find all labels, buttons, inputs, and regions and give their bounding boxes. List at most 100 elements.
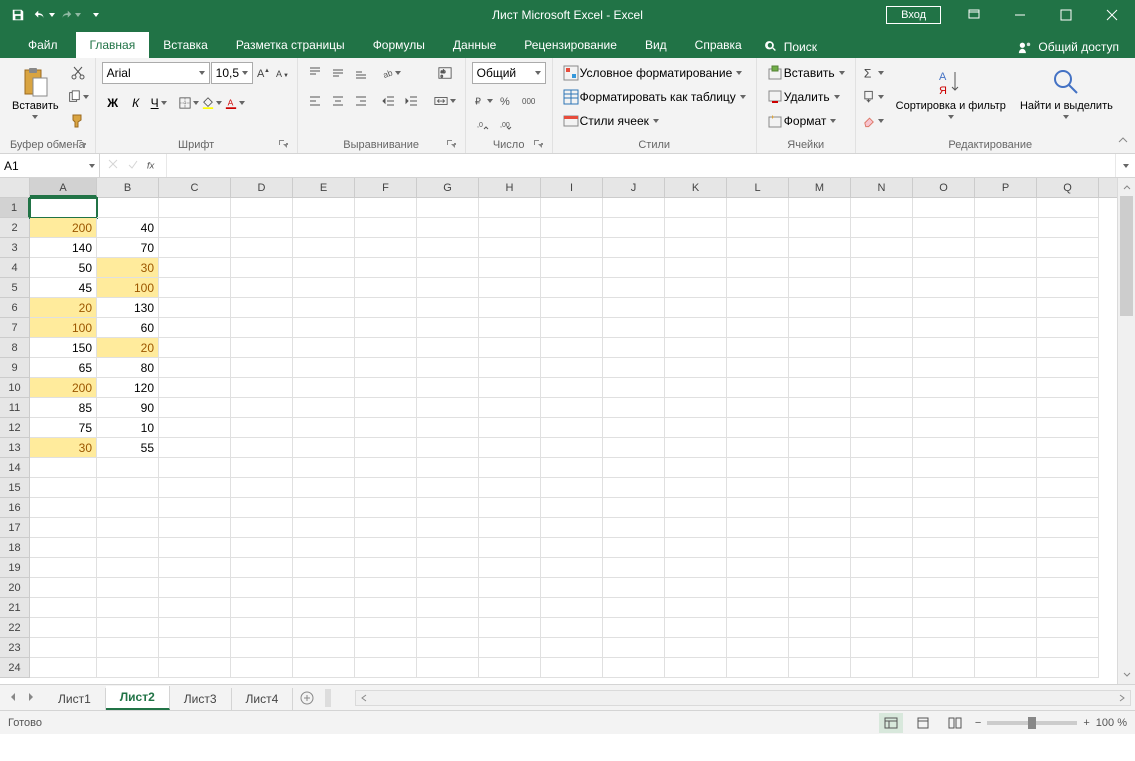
cell-F18[interactable]	[355, 538, 417, 558]
cell-F7[interactable]	[355, 318, 417, 338]
cell-E20[interactable]	[293, 578, 355, 598]
undo-button[interactable]	[32, 3, 56, 27]
cell-M9[interactable]	[789, 358, 851, 378]
bold-button[interactable]: Ж	[102, 92, 124, 114]
cell-H2[interactable]	[479, 218, 541, 238]
cell-K18[interactable]	[665, 538, 727, 558]
cell-A22[interactable]	[30, 618, 97, 638]
cell-P9[interactable]	[975, 358, 1037, 378]
sheet-tab-Лист2[interactable]: Лист2	[106, 686, 170, 710]
cell-P10[interactable]	[975, 378, 1037, 398]
cell-L3[interactable]	[727, 238, 789, 258]
cell-N15[interactable]	[851, 478, 913, 498]
cell-O15[interactable]	[913, 478, 975, 498]
cell-N1[interactable]	[851, 198, 913, 218]
column-header-J[interactable]: J	[603, 178, 665, 197]
cell-C14[interactable]	[159, 458, 231, 478]
cell-O10[interactable]	[913, 378, 975, 398]
cell-M7[interactable]	[789, 318, 851, 338]
cell-J24[interactable]	[603, 658, 665, 678]
cell-E2[interactable]	[293, 218, 355, 238]
cell-I21[interactable]	[541, 598, 603, 618]
save-button[interactable]	[6, 3, 30, 27]
row-header-22[interactable]: 22	[0, 618, 30, 638]
cell-K10[interactable]	[665, 378, 727, 398]
wrap-text-button[interactable]: abc	[431, 62, 459, 84]
insert-cells-button[interactable]: Вставить	[763, 62, 849, 84]
tab-formulas[interactable]: Формулы	[359, 32, 439, 58]
cell-O20[interactable]	[913, 578, 975, 598]
cell-F15[interactable]	[355, 478, 417, 498]
cell-D5[interactable]	[231, 278, 293, 298]
cell-C5[interactable]	[159, 278, 231, 298]
cell-N13[interactable]	[851, 438, 913, 458]
cell-B5[interactable]: 100	[97, 278, 159, 298]
cell-M3[interactable]	[789, 238, 851, 258]
cell-B22[interactable]	[97, 618, 159, 638]
cell-E24[interactable]	[293, 658, 355, 678]
column-header-G[interactable]: G	[417, 178, 479, 197]
cell-L7[interactable]	[727, 318, 789, 338]
cell-N2[interactable]	[851, 218, 913, 238]
cell-G19[interactable]	[417, 558, 479, 578]
cell-M13[interactable]	[789, 438, 851, 458]
cell-L13[interactable]	[727, 438, 789, 458]
cell-D11[interactable]	[231, 398, 293, 418]
cell-L20[interactable]	[727, 578, 789, 598]
cell-C11[interactable]	[159, 398, 231, 418]
cell-P23[interactable]	[975, 638, 1037, 658]
cell-K5[interactable]	[665, 278, 727, 298]
cell-J22[interactable]	[603, 618, 665, 638]
cell-J15[interactable]	[603, 478, 665, 498]
cell-G18[interactable]	[417, 538, 479, 558]
cell-O7[interactable]	[913, 318, 975, 338]
cell-G20[interactable]	[417, 578, 479, 598]
cell-A4[interactable]: 50	[30, 258, 97, 278]
cell-D21[interactable]	[231, 598, 293, 618]
cell-D19[interactable]	[231, 558, 293, 578]
cell-K3[interactable]	[665, 238, 727, 258]
cell-B6[interactable]: 130	[97, 298, 159, 318]
cell-B10[interactable]: 120	[97, 378, 159, 398]
cell-H14[interactable]	[479, 458, 541, 478]
cell-N16[interactable]	[851, 498, 913, 518]
cell-O19[interactable]	[913, 558, 975, 578]
cell-M24[interactable]	[789, 658, 851, 678]
font-launcher[interactable]	[277, 139, 289, 151]
cell-L18[interactable]	[727, 538, 789, 558]
cell-A17[interactable]	[30, 518, 97, 538]
cell-H10[interactable]	[479, 378, 541, 398]
row-header-21[interactable]: 21	[0, 598, 30, 618]
cell-G4[interactable]	[417, 258, 479, 278]
cell-E3[interactable]	[293, 238, 355, 258]
align-left-button[interactable]	[304, 90, 326, 112]
cell-H6[interactable]	[479, 298, 541, 318]
cell-H12[interactable]	[479, 418, 541, 438]
cell-I19[interactable]	[541, 558, 603, 578]
cell-G6[interactable]	[417, 298, 479, 318]
cell-D8[interactable]	[231, 338, 293, 358]
cell-G8[interactable]	[417, 338, 479, 358]
cell-G1[interactable]	[417, 198, 479, 218]
cell-B20[interactable]	[97, 578, 159, 598]
cell-I18[interactable]	[541, 538, 603, 558]
ribbon-display-options-button[interactable]	[951, 0, 997, 30]
cell-P12[interactable]	[975, 418, 1037, 438]
cell-D4[interactable]	[231, 258, 293, 278]
cell-M23[interactable]	[789, 638, 851, 658]
borders-button[interactable]	[178, 92, 200, 114]
paste-button[interactable]: Вставить	[6, 62, 65, 123]
cell-G17[interactable]	[417, 518, 479, 538]
view-page-break-button[interactable]	[943, 713, 967, 733]
cell-F19[interactable]	[355, 558, 417, 578]
cell-I5[interactable]	[541, 278, 603, 298]
column-header-Q[interactable]: Q	[1037, 178, 1099, 197]
percent-button[interactable]: %	[495, 90, 517, 112]
cell-F6[interactable]	[355, 298, 417, 318]
cell-D3[interactable]	[231, 238, 293, 258]
formula-input[interactable]	[167, 154, 1115, 177]
select-all-button[interactable]	[0, 178, 30, 197]
cell-P6[interactable]	[975, 298, 1037, 318]
cell-H9[interactable]	[479, 358, 541, 378]
cell-E8[interactable]	[293, 338, 355, 358]
